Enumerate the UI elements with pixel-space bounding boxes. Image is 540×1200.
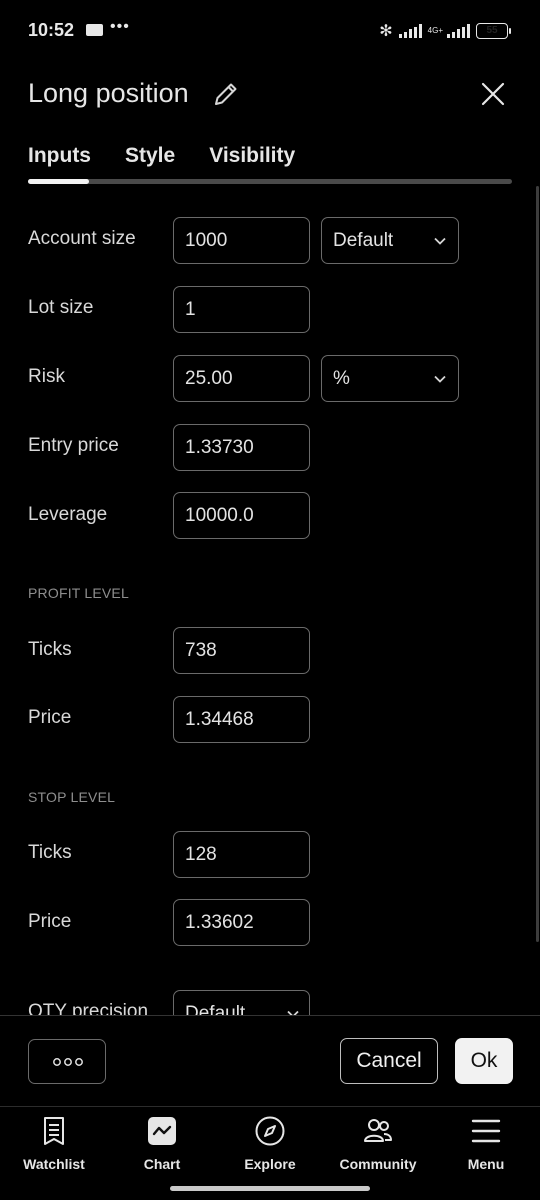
tradingview-notification-icon	[86, 24, 103, 36]
tab-style[interactable]: Style	[125, 144, 175, 168]
entry-price-input[interactable]: 1.33730	[173, 424, 310, 471]
nav-watchlist[interactable]: Watchlist	[0, 1107, 108, 1187]
nav-chart-label: Chart	[143, 1156, 181, 1172]
menu-icon	[471, 1119, 501, 1143]
stop-price-label: Price	[28, 911, 72, 932]
chevron-down-icon	[434, 237, 446, 245]
pencil-icon[interactable]	[212, 80, 240, 108]
nav-menu-label: Menu	[467, 1156, 505, 1172]
gesture-bar[interactable]	[170, 1186, 370, 1191]
tab-visibility[interactable]: Visibility	[209, 144, 295, 168]
entry-price-label: Entry price	[28, 435, 119, 456]
account-size-label: Account size	[28, 228, 136, 249]
qty-precision-label: QTY precision	[28, 1001, 149, 1015]
chevron-down-icon	[287, 1010, 299, 1015]
scrollbar[interactable]	[536, 186, 539, 942]
risk-unit-value: %	[333, 368, 350, 389]
risk-input[interactable]: 25.00	[173, 355, 310, 402]
tab-track	[28, 179, 512, 184]
qty-precision-select[interactable]: Default	[173, 990, 310, 1015]
nav-menu[interactable]: Menu	[432, 1107, 540, 1187]
cancel-button[interactable]: Cancel	[340, 1038, 438, 1084]
active-tab-indicator	[28, 179, 89, 184]
battery-level: 55	[486, 25, 498, 36]
network-type: 4G+	[427, 26, 443, 35]
leverage-label: Leverage	[28, 504, 108, 525]
more-options-button[interactable]	[28, 1039, 106, 1084]
nav-watchlist-label: Watchlist	[23, 1156, 85, 1172]
dialog-title: Long position	[28, 78, 189, 108]
compass-icon	[255, 1116, 285, 1146]
battery-icon: 55	[476, 23, 511, 39]
community-icon	[364, 1119, 392, 1142]
status-icons: ✻ 4G+ 55	[379, 20, 511, 42]
stop-level-header: STOP LEVEL	[28, 789, 116, 805]
qty-precision-value: Default	[185, 1003, 246, 1015]
tab-bar: Inputs Style Visibility	[28, 144, 329, 168]
account-size-input[interactable]: 1000	[173, 217, 310, 264]
inputs-form: Account size 1000 Default Lot size 1 Ris…	[0, 186, 540, 1015]
nav-explore-label: Explore	[244, 1156, 296, 1172]
stop-ticks-label: Ticks	[28, 842, 72, 863]
profit-price-input[interactable]: 1.34468	[173, 696, 310, 743]
more-notifications-icon: •••	[110, 18, 130, 35]
status-time: 10:52	[28, 20, 75, 40]
stop-ticks-input[interactable]: 128	[173, 831, 310, 878]
signal-icon-2	[447, 24, 470, 38]
signal-icon	[398, 24, 422, 38]
watchlist-icon	[44, 1117, 64, 1145]
lot-size-label: Lot size	[28, 297, 94, 318]
status-bar: 10:52 ••• ✻ 4G+ 55	[0, 0, 540, 60]
nav-community-label: Community	[339, 1156, 417, 1172]
ok-button[interactable]: Ok	[455, 1038, 513, 1084]
leverage-input[interactable]: 10000.0	[173, 492, 310, 539]
nav-community[interactable]: Community	[324, 1107, 432, 1187]
risk-label: Risk	[28, 366, 65, 387]
bluetooth-icon: ✻	[379, 23, 393, 40]
chevron-down-icon	[434, 375, 446, 383]
tab-inputs[interactable]: Inputs	[28, 144, 91, 168]
profit-ticks-input[interactable]: 738	[173, 627, 310, 674]
account-currency-value: Default	[333, 230, 394, 251]
long-position-dialog: 10:52 ••• ✻ 4G+ 55 Long position Inputs …	[0, 0, 540, 1200]
nav-chart[interactable]: Chart	[108, 1107, 216, 1187]
nav-explore[interactable]: Explore	[216, 1107, 324, 1187]
chart-icon	[148, 1117, 176, 1145]
profit-price-label: Price	[28, 707, 72, 728]
lot-size-input[interactable]: 1	[173, 286, 310, 333]
account-currency-select[interactable]: Default	[321, 217, 459, 264]
profit-level-header: PROFIT LEVEL	[28, 585, 129, 601]
profit-ticks-label: Ticks	[28, 639, 72, 660]
close-icon[interactable]	[478, 79, 508, 109]
more-dots-icon	[53, 1058, 83, 1066]
risk-unit-select[interactable]: %	[321, 355, 459, 402]
footer-divider	[0, 1015, 540, 1016]
stop-price-input[interactable]: 1.33602	[173, 899, 310, 946]
